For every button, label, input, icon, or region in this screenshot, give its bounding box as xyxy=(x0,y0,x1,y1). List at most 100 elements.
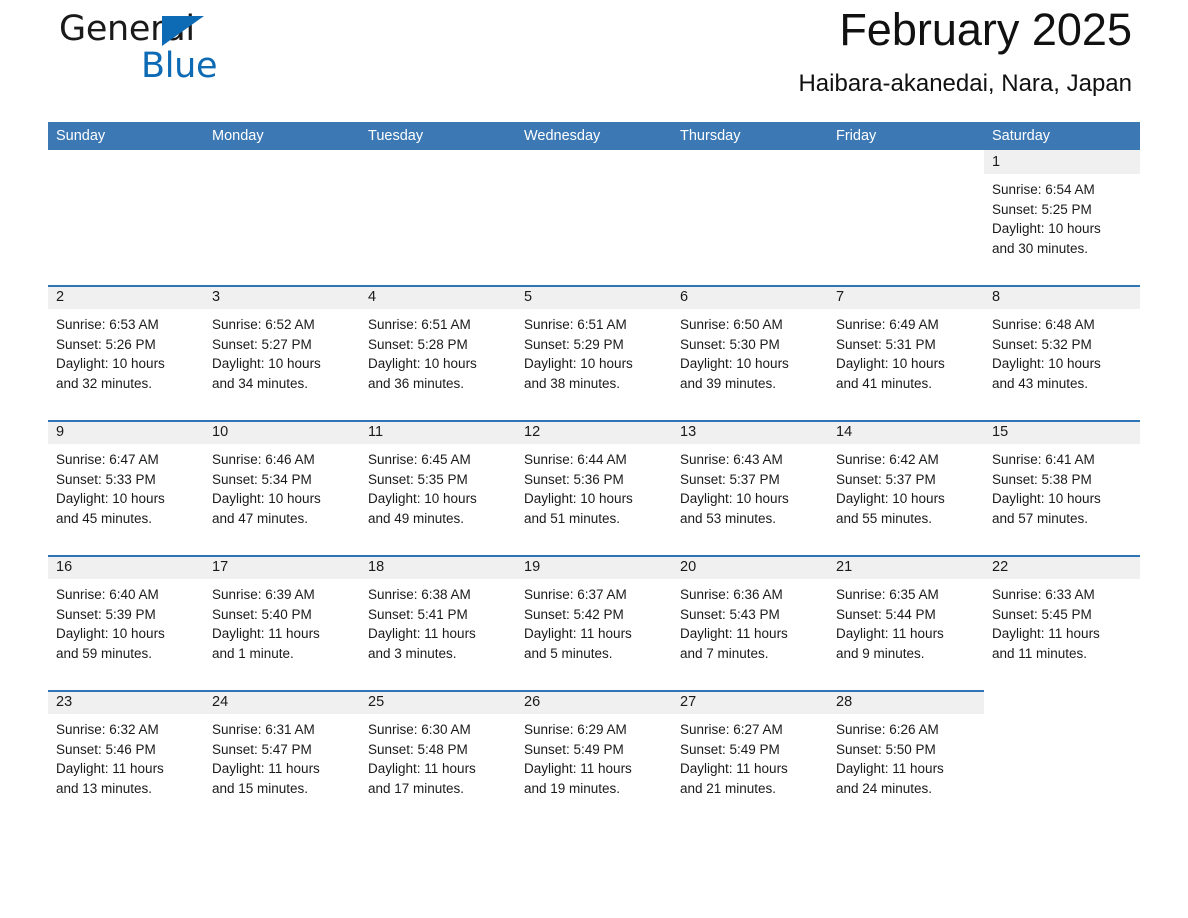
day-details: Sunrise: 6:51 AM Sunset: 5:29 PM Daylight:… xyxy=(516,309,672,394)
calendar-week-row: 23 Sunrise: 6:32 AM Sunset: 5:46 PM Dayligh… xyxy=(48,690,1140,825)
sunrise-time: Sunrise: 6:52 AM xyxy=(212,317,315,332)
calendar-day-cell[interactable]: 1 Sunrise: 6:54 AM Sunset: 5:25 PM Daylight… xyxy=(984,150,1140,285)
calendar-day-cell[interactable]: 16 Sunrise: 6:40 AM Sunset: 5:39 PM Dayligh… xyxy=(48,555,204,690)
sunrise-time: Sunrise: 6:48 AM xyxy=(992,317,1095,332)
daylight-duration-line2: and 19 minutes. xyxy=(524,781,621,797)
day-number-bar: 10 xyxy=(204,420,360,444)
sunrise-time: Sunrise: 6:42 AM xyxy=(836,452,939,467)
calendar-day-cell[interactable]: 9 Sunrise: 6:47 AM Sunset: 5:33 PM Daylight… xyxy=(48,420,204,555)
day-number: 22 xyxy=(992,559,1009,575)
daylight-duration-line2: and 9 minutes. xyxy=(836,646,925,662)
calendar-day-cell[interactable]: 2 Sunrise: 6:53 AM Sunset: 5:26 PM Daylight… xyxy=(48,285,204,420)
calendar-day-cell[interactable]: 20 Sunrise: 6:36 AM Sunset: 5:43 PM Dayligh… xyxy=(672,555,828,690)
day-details: Sunrise: 6:45 AM Sunset: 5:35 PM Daylight:… xyxy=(360,444,516,529)
sunset-time: Sunset: 5:40 PM xyxy=(212,606,312,622)
day-number: 25 xyxy=(368,694,385,710)
calendar-day-cell[interactable]: 5 Sunrise: 6:51 AM Sunset: 5:29 PM Daylight… xyxy=(516,285,672,420)
day-number: 16 xyxy=(56,559,73,575)
calendar-day-cell[interactable]: 22 Sunrise: 6:33 AM Sunset: 5:45 PM Dayligh… xyxy=(984,555,1140,690)
daylight-duration-line1: Daylight: 10 hours xyxy=(212,356,321,372)
sunset-time: Sunset: 5:49 PM xyxy=(524,741,624,757)
calendar-day-cell[interactable]: 27 Sunrise: 6:27 AM Sunset: 5:49 PM Dayligh… xyxy=(672,690,828,825)
day-details: Sunrise: 6:30 AM Sunset: 5:48 PM Daylight:… xyxy=(360,714,516,799)
calendar-week-row: 2 Sunrise: 6:53 AM Sunset: 5:26 PM Daylight… xyxy=(48,285,1140,420)
calendar-day-cell[interactable]: 8 Sunrise: 6:48 AM Sunset: 5:32 PM Daylight… xyxy=(984,285,1140,420)
day-number: 18 xyxy=(368,559,385,575)
weekday-saturday: Saturday xyxy=(992,128,1051,144)
day-number: 4 xyxy=(368,289,377,305)
weekday-wednesday: Wednesday xyxy=(524,128,601,144)
calendar-day-cell[interactable]: 3 Sunrise: 6:52 AM Sunset: 5:27 PM Daylight… xyxy=(204,285,360,420)
calendar-day-cell[interactable]: 19 Sunrise: 6:37 AM Sunset: 5:42 PM Dayligh… xyxy=(516,555,672,690)
calendar-day-cell[interactable]: 18 Sunrise: 6:38 AM Sunset: 5:41 PM Dayligh… xyxy=(360,555,516,690)
general-blue-logo: General Blue xyxy=(59,12,319,100)
daylight-duration-line1: Daylight: 11 hours xyxy=(680,626,788,642)
day-number-bar: 8 xyxy=(984,285,1140,309)
sunrise-time: Sunrise: 6:40 AM xyxy=(56,587,159,602)
weekday-friday: Friday xyxy=(836,128,877,144)
sunset-time: Sunset: 5:48 PM xyxy=(368,741,468,757)
day-number-bar: 18 xyxy=(360,555,516,579)
sunset-time: Sunset: 5:46 PM xyxy=(56,741,156,757)
calendar-day-cell[interactable]: 26 Sunrise: 6:29 AM Sunset: 5:49 PM Dayligh… xyxy=(516,690,672,825)
calendar-day-cell[interactable]: 10 Sunrise: 6:46 AM Sunset: 5:34 PM Dayligh… xyxy=(204,420,360,555)
sunset-time: Sunset: 5:34 PM xyxy=(212,471,312,487)
calendar-day-cell[interactable]: 23 Sunrise: 6:32 AM Sunset: 5:46 PM Dayligh… xyxy=(48,690,204,825)
day-details: Sunrise: 6:36 AM Sunset: 5:43 PM Daylight:… xyxy=(672,579,828,664)
week-separator-rule xyxy=(48,555,1140,557)
sunset-time: Sunset: 5:37 PM xyxy=(836,471,936,487)
daylight-duration-line1: Daylight: 10 hours xyxy=(56,356,165,372)
day-number: 20 xyxy=(680,559,697,575)
day-number-bar: 11 xyxy=(360,420,516,444)
calendar-day-cell[interactable]: 6 Sunrise: 6:50 AM Sunset: 5:30 PM Daylight… xyxy=(672,285,828,420)
calendar-day-cell[interactable]: 7 Sunrise: 6:49 AM Sunset: 5:31 PM Daylight… xyxy=(828,285,984,420)
day-number-bar: 3 xyxy=(204,285,360,309)
daylight-duration-line1: Daylight: 10 hours xyxy=(524,491,633,507)
day-number: 1 xyxy=(992,154,1001,170)
day-details: Sunrise: 6:33 AM Sunset: 5:45 PM Daylight:… xyxy=(984,579,1140,664)
day-number-bar: 17 xyxy=(204,555,360,579)
calendar-day-cell[interactable]: 28 Sunrise: 6:26 AM Sunset: 5:50 PM Dayligh… xyxy=(828,690,984,825)
daylight-duration-line1: Daylight: 11 hours xyxy=(368,761,476,777)
calendar-week-row: 16 Sunrise: 6:40 AM Sunset: 5:39 PM Dayligh… xyxy=(48,555,1140,690)
sunset-time: Sunset: 5:27 PM xyxy=(212,336,312,352)
day-number-bar: 22 xyxy=(984,555,1140,579)
daylight-duration-line2: and 34 minutes. xyxy=(212,376,309,392)
sunset-time: Sunset: 5:36 PM xyxy=(524,471,624,487)
daylight-duration-line2: and 21 minutes. xyxy=(680,781,777,797)
calendar-day-cell[interactable]: 12 Sunrise: 6:44 AM Sunset: 5:36 PM Dayligh… xyxy=(516,420,672,555)
calendar-day-cell[interactable]: 11 Sunrise: 6:45 AM Sunset: 5:35 PM Dayligh… xyxy=(360,420,516,555)
calendar-cell-empty xyxy=(672,150,828,285)
day-details: Sunrise: 6:43 AM Sunset: 5:37 PM Daylight:… xyxy=(672,444,828,529)
week-separator-rule xyxy=(48,285,1140,287)
daylight-duration-line1: Daylight: 10 hours xyxy=(368,491,477,507)
calendar-day-cell[interactable]: 14 Sunrise: 6:42 AM Sunset: 5:37 PM Dayligh… xyxy=(828,420,984,555)
daylight-duration-line1: Daylight: 10 hours xyxy=(680,356,789,372)
sunrise-time: Sunrise: 6:27 AM xyxy=(680,722,783,737)
calendar-day-cell[interactable]: 25 Sunrise: 6:30 AM Sunset: 5:48 PM Dayligh… xyxy=(360,690,516,825)
day-number-bar: 15 xyxy=(984,420,1140,444)
calendar-day-cell[interactable]: 15 Sunrise: 6:41 AM Sunset: 5:38 PM Dayligh… xyxy=(984,420,1140,555)
daylight-duration-line2: and 32 minutes. xyxy=(56,376,153,392)
day-number: 27 xyxy=(680,694,697,710)
calendar-day-cell[interactable]: 13 Sunrise: 6:43 AM Sunset: 5:37 PM Dayligh… xyxy=(672,420,828,555)
calendar-page: General Blue February 2025 Haibara-akane… xyxy=(0,0,1188,918)
daylight-duration-line1: Daylight: 11 hours xyxy=(524,761,632,777)
calendar-grid: Sunday Monday Tuesday Wednesday Thursday… xyxy=(48,122,1140,825)
calendar-day-cell[interactable]: 4 Sunrise: 6:51 AM Sunset: 5:28 PM Daylight… xyxy=(360,285,516,420)
calendar-day-cell[interactable]: 17 Sunrise: 6:39 AM Sunset: 5:40 PM Dayligh… xyxy=(204,555,360,690)
daylight-duration-line2: and 41 minutes. xyxy=(836,376,933,392)
calendar-day-cell[interactable]: 21 Sunrise: 6:35 AM Sunset: 5:44 PM Dayligh… xyxy=(828,555,984,690)
day-number: 23 xyxy=(56,694,73,710)
calendar-day-cell[interactable]: 24 Sunrise: 6:31 AM Sunset: 5:47 PM Dayligh… xyxy=(204,690,360,825)
daylight-duration-line2: and 57 minutes. xyxy=(992,511,1089,527)
day-number-bar: 14 xyxy=(828,420,984,444)
sunset-time: Sunset: 5:43 PM xyxy=(680,606,780,622)
calendar-cell-empty xyxy=(516,150,672,285)
daylight-duration-line2: and 30 minutes. xyxy=(992,241,1089,257)
day-number: 17 xyxy=(212,559,229,575)
daylight-duration-line2: and 36 minutes. xyxy=(368,376,465,392)
sunset-time: Sunset: 5:47 PM xyxy=(212,741,312,757)
day-number: 15 xyxy=(992,424,1009,440)
daylight-duration-line2: and 5 minutes. xyxy=(524,646,613,662)
